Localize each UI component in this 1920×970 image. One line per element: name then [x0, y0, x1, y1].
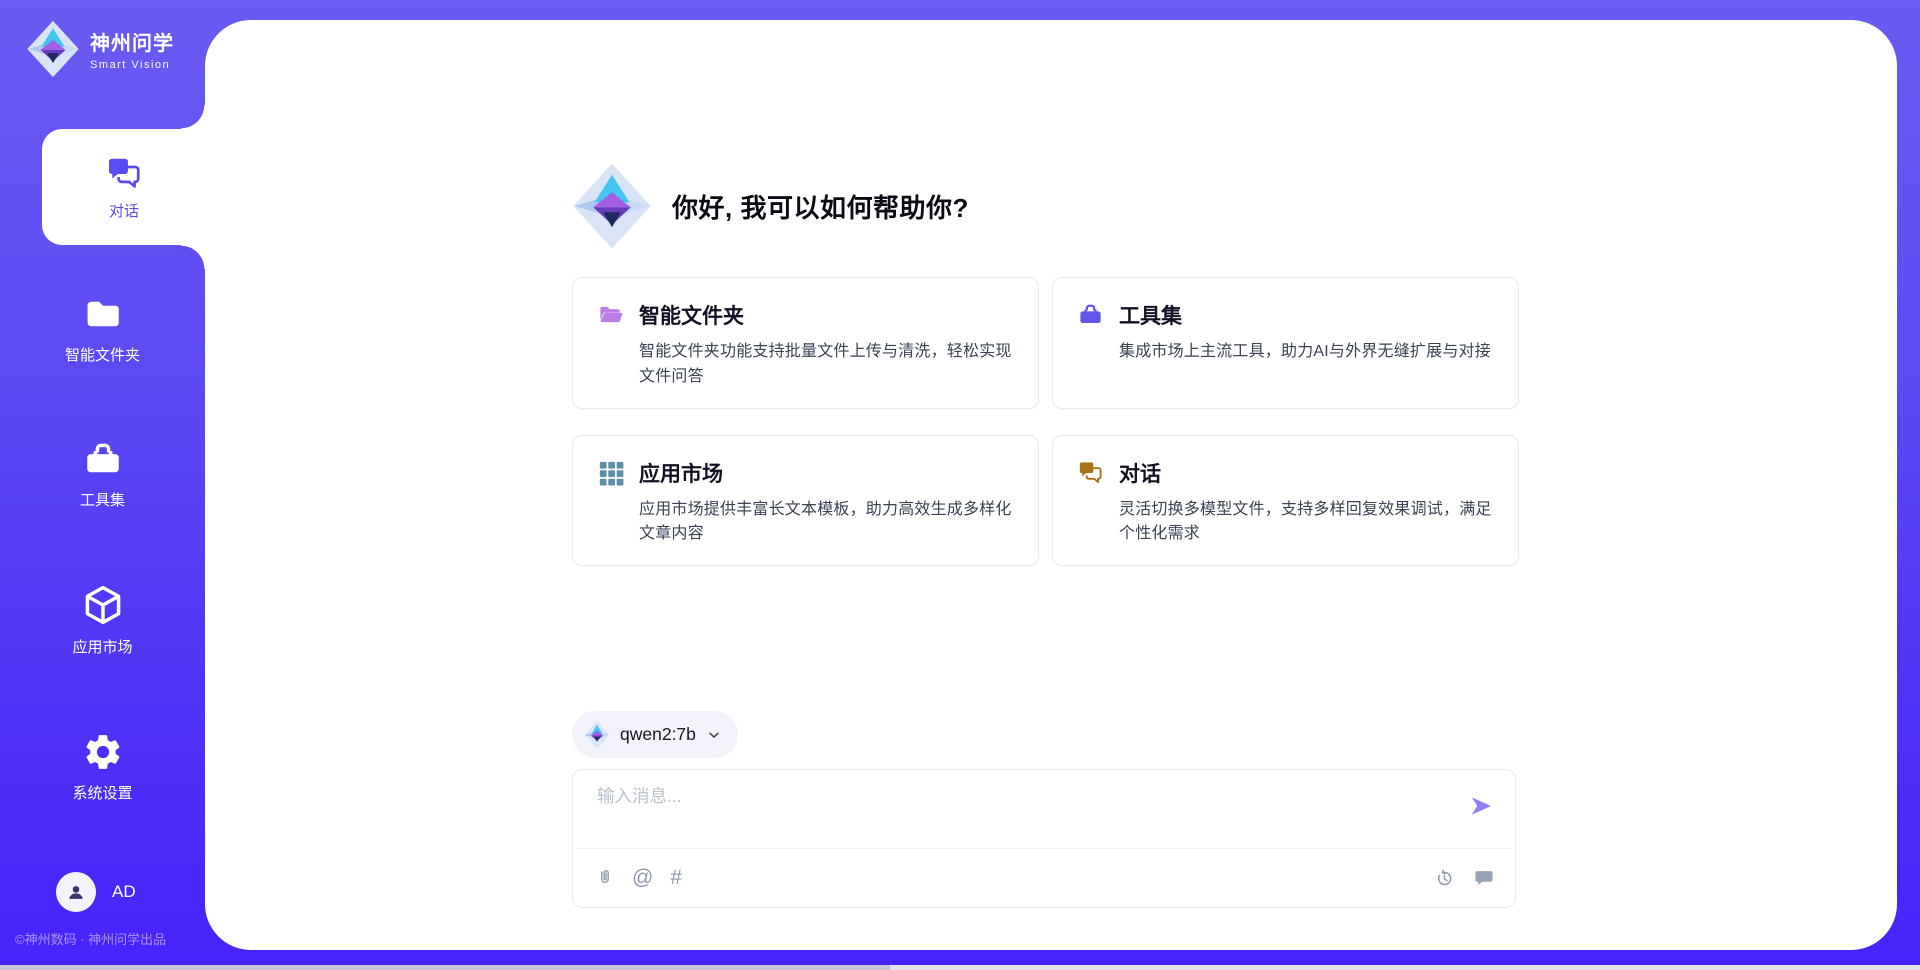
sidebar-item-label: 智能文件夹: [65, 344, 140, 365]
card-title: 工具集: [1119, 300, 1491, 330]
brand-subtitle: Smart Vision: [90, 59, 174, 71]
at-icon[interactable]: @: [632, 866, 653, 890]
brand-name: 神州问学: [90, 27, 174, 56]
sidebar-item-toolset[interactable]: 工具集: [0, 438, 205, 510]
card-title: 智能文件夹: [639, 300, 1014, 330]
sidebar-item-label: 对话: [109, 200, 139, 221]
card-description: 集成市场上主流工具，助力AI与外界无缝扩展与对接: [1119, 340, 1491, 365]
card-description: 灵活切换多模型文件，支持多样回复效果调试，满足个性化需求: [1119, 498, 1494, 548]
send-icon[interactable]: [1467, 792, 1495, 820]
apps-grid-icon: [597, 459, 624, 548]
folder-icon: [82, 293, 124, 335]
user-initials: AD: [112, 882, 136, 902]
sidebar-item-label: 系统设置: [72, 782, 132, 803]
paperclip-icon[interactable]: [595, 867, 615, 889]
card-title: 应用市场: [639, 458, 1014, 488]
card-toolset[interactable]: 工具集 集成市场上主流工具，助力AI与外界无缝扩展与对接: [1052, 277, 1519, 409]
sidebar-item-app-market[interactable]: 应用市场: [0, 583, 205, 657]
sidebar-item-label: 应用市场: [72, 636, 132, 657]
greeting: 你好, 我可以如何帮助你?: [572, 162, 969, 250]
gem-logo-icon: [26, 20, 80, 78]
sidebar-item-label: 工具集: [80, 489, 125, 510]
card-chat[interactable]: 对话 灵活切换多模型文件，支持多样回复效果调试，满足个性化需求: [1052, 435, 1519, 567]
open-folder-icon: [597, 301, 624, 390]
composer-divider: [573, 848, 1515, 849]
history-icon[interactable]: [1434, 868, 1455, 889]
horizontal-scrollbar: [0, 965, 1920, 970]
feature-cards: 智能文件夹 智能文件夹功能支持批量文件上传与清洗，轻松实现文件问答 工具集 集成…: [572, 277, 1519, 566]
card-description: 智能文件夹功能支持批量文件上传与清洗，轻松实现文件问答: [639, 340, 1014, 390]
card-smart-folder[interactable]: 智能文件夹 智能文件夹功能支持批量文件上传与清洗，轻松实现文件问答: [572, 277, 1039, 409]
avatar: [56, 872, 96, 912]
message-input[interactable]: [597, 783, 1417, 843]
brand-logo: 神州问学 Smart Vision: [26, 20, 174, 78]
gem-logo-icon: [584, 721, 610, 749]
hash-icon[interactable]: #: [670, 866, 682, 890]
greeting-title: 你好, 我可以如何帮助你?: [672, 188, 969, 225]
chat-bubble-icon[interactable]: [1473, 867, 1495, 889]
gem-logo-icon: [572, 162, 652, 250]
sidebar-item-settings[interactable]: 系统设置: [0, 731, 205, 803]
toolbox-icon: [82, 438, 124, 480]
composer-tools: @ #: [595, 849, 682, 907]
app-root: 神州问学 Smart Vision 对话 智能文件夹: [0, 0, 1920, 970]
card-app-market[interactable]: 应用市场 应用市场提供丰富长文本模板，助力高效生成多样化文章内容: [572, 435, 1039, 567]
message-composer: @ #: [572, 769, 1516, 908]
card-description: 应用市场提供丰富长文本模板，助力高效生成多样化文章内容: [639, 498, 1014, 548]
sidebar: 神州问学 Smart Vision 对话 智能文件夹: [0, 0, 205, 965]
sidebar-item-smart-folder[interactable]: 智能文件夹: [0, 293, 205, 365]
model-name: qwen2:7b: [620, 724, 696, 745]
user-profile[interactable]: AD: [56, 872, 136, 912]
card-title: 对话: [1119, 458, 1494, 488]
scrollbar-thumb[interactable]: [0, 965, 890, 970]
sidebar-item-chat[interactable]: 对话: [42, 129, 206, 245]
gear-icon: [82, 731, 124, 773]
chat-icon: [105, 154, 143, 192]
cube-icon: [81, 583, 125, 627]
active-tab-fillet-top: [181, 105, 205, 129]
active-tab-fillet-bottom: [181, 245, 205, 269]
copyright-footer: ©神州数码 · 神州问学出品: [15, 929, 215, 948]
person-icon: [65, 881, 87, 903]
chevron-down-icon: [706, 727, 722, 743]
composer-history-tools: [1434, 849, 1495, 907]
toolbox-icon: [1077, 301, 1104, 390]
model-selector[interactable]: qwen2:7b: [572, 711, 738, 758]
chat-icon: [1077, 459, 1104, 548]
